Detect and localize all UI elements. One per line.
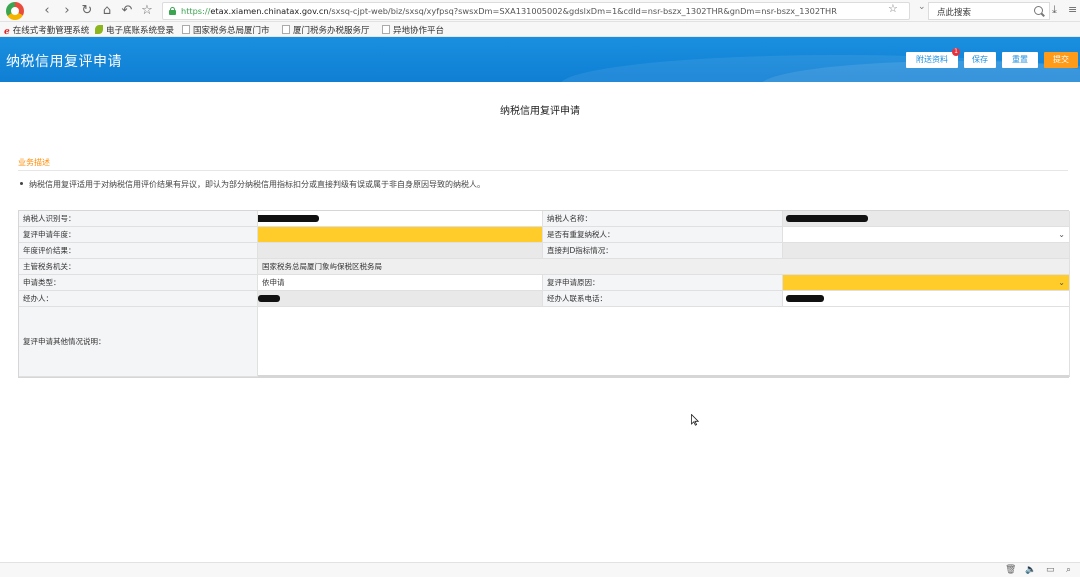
search-icon[interactable]: [1034, 6, 1043, 15]
undo-icon[interactable]: ↶: [118, 2, 136, 20]
zoom-icon[interactable]: ⌕: [1066, 565, 1071, 575]
speaker-icon[interactable]: 🔈: [1025, 565, 1036, 575]
section-divider: [18, 170, 1068, 171]
bookmark-item[interactable]: 国家税务总局厦门市: [182, 24, 270, 36]
bookmark-item[interactable]: 异地协作平台: [382, 24, 444, 36]
reset-button[interactable]: 重置: [1002, 52, 1038, 68]
apply-type-value: 依申请: [258, 275, 543, 291]
forward-icon[interactable]: ›: [58, 2, 76, 20]
bookmark-star-icon[interactable]: ☆: [888, 2, 898, 15]
redacted-taxpayer-id: [258, 215, 319, 222]
direct-d-label: 直接判D指标情况：: [543, 243, 783, 259]
search-placeholder: 点此搜索: [937, 8, 972, 18]
redacted-taxpayer-name: [786, 215, 868, 222]
bookmark-item[interactable]: 厦门税务办税服务厅: [282, 24, 370, 36]
app-header: 纳税信用复评申请 附送资料 1 保存 重置 提交: [0, 37, 1080, 82]
redacted-agent: [258, 295, 280, 302]
review-form: 纳税人识别号： 纳税人名称： 复评申请年度： 是否有重复纳税人： ⌄ 年度评价结…: [18, 210, 1070, 378]
leaf-icon: [95, 25, 103, 34]
agent-phone-input[interactable]: [783, 291, 1070, 307]
other-info-textarea[interactable]: [258, 307, 1070, 377]
home-icon[interactable]: ⌂: [98, 2, 116, 20]
download-icon[interactable]: ⤓: [1052, 3, 1057, 17]
url-bar[interactable]: https://etax.xiamen.chinatax.gov.cn/sxsq…: [162, 2, 910, 20]
page-icon: [382, 25, 390, 34]
section-title: 业务描述: [18, 158, 50, 167]
page-icon: [182, 25, 190, 34]
browser-logo-icon: [6, 2, 24, 20]
review-year-label: 复评申请年度：: [19, 227, 258, 243]
tax-authority-value: 国家税务总局厦门象屿保税区税务局: [258, 259, 1070, 275]
redacted-phone: [786, 295, 824, 302]
direct-d-value: [783, 243, 1070, 259]
red-logo-icon: ℯ: [4, 27, 10, 37]
review-reason-label: 复评申请原因：: [543, 275, 783, 291]
lock-icon: [169, 7, 176, 15]
annual-result-label: 年度评价结果：: [19, 243, 258, 259]
apply-type-label: 申请类型：: [19, 275, 258, 291]
chevron-down-icon: ⌄: [1058, 278, 1065, 287]
back-icon[interactable]: ‹: [38, 2, 56, 20]
bookmark-item[interactable]: ℯ 在线式考勤管理系统: [4, 24, 89, 37]
attach-count-badge: 1: [952, 48, 960, 56]
taxpayer-id-value: [258, 211, 543, 227]
submit-button[interactable]: 提交: [1044, 52, 1078, 68]
save-button[interactable]: 保存: [964, 52, 996, 68]
review-year-input[interactable]: [258, 227, 543, 243]
taxpayer-id-label: 纳税人识别号：: [19, 211, 258, 227]
status-bar: 🗑 🔈 ▭ ⌕: [0, 562, 1080, 577]
mouse-cursor-icon: [691, 414, 699, 426]
review-reason-select[interactable]: ⌄: [783, 275, 1070, 291]
refresh-icon[interactable]: ↻: [78, 2, 96, 20]
agent-value: [258, 291, 543, 307]
attach-button[interactable]: 附送资料: [906, 52, 958, 68]
bookmark-item[interactable]: 电子底账系统登录: [95, 24, 174, 36]
has-major-taxpayer-select[interactable]: ⌄: [783, 227, 1070, 243]
search-input[interactable]: 点此搜索: [928, 2, 1050, 20]
star-icon[interactable]: ☆: [138, 2, 156, 20]
menu-icon[interactable]: ≡: [1068, 3, 1077, 16]
taxpayer-name-value: [783, 211, 1070, 227]
bookmarks-bar: ℯ 在线式考勤管理系统 电子底账系统登录 国家税务总局厦门市 厦门税务办税服务厅 …: [0, 22, 1080, 37]
chevron-down-icon: ⌄: [1058, 230, 1065, 239]
browser-toolbar: ‹ › ↻ ⌂ ↶ ☆ https://etax.xiamen.chinatax…: [0, 0, 1080, 22]
url-dropdown-icon[interactable]: ⌄: [918, 2, 926, 12]
annual-result-value: [258, 243, 543, 259]
business-description: 纳税信用复评适用于对纳税信用评价结果有异议，即认为部分纳税信用指标扣分或直接判级…: [20, 179, 485, 190]
window-icon[interactable]: ▭: [1046, 565, 1055, 575]
agent-label: 经办人：: [19, 291, 258, 307]
tax-authority-label: 主管税务机关：: [19, 259, 258, 275]
page-title: 纳税信用复评申请: [500, 106, 580, 117]
page-icon: [282, 25, 290, 34]
other-info-label: 复评申请其他情况说明：: [19, 307, 258, 377]
trash-icon[interactable]: 🗑: [1005, 565, 1016, 575]
has-major-taxpayer-label: 是否有重复纳税人：: [543, 227, 783, 243]
url-text[interactable]: https://etax.xiamen.chinatax.gov.cn/sxsq…: [181, 6, 837, 16]
agent-phone-label: 经办人联系电话：: [543, 291, 783, 307]
taxpayer-name-label: 纳税人名称：: [543, 211, 783, 227]
app-title: 纳税信用复评申请: [6, 54, 122, 70]
